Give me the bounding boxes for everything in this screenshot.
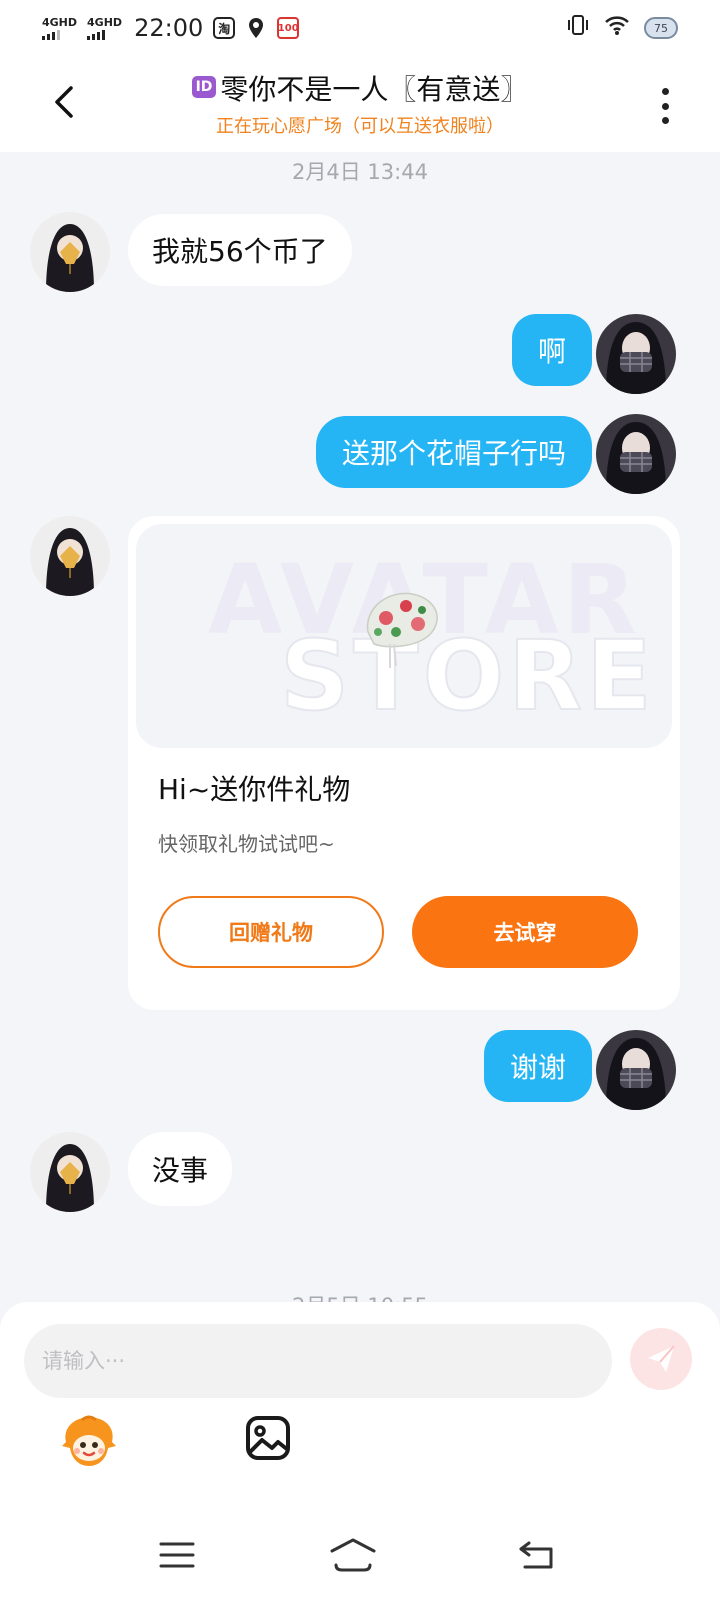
- chat-title: ID 零你不是一人〖有意送〗: [100, 68, 620, 108]
- back-icon: [519, 1541, 553, 1569]
- image-icon: [246, 1416, 290, 1460]
- message-bubble-outgoing[interactable]: 啊: [511, 314, 592, 386]
- vibrate-icon: [566, 14, 590, 42]
- nav-home-button[interactable]: [318, 1530, 388, 1580]
- timestamp: 2月4日 13:44: [292, 160, 428, 184]
- chevron-left-icon: [55, 86, 73, 118]
- back-button[interactable]: [44, 82, 84, 122]
- input-panel: [0, 1302, 720, 1600]
- message-bubble-incoming[interactable]: 我就56个币了: [128, 214, 352, 286]
- status-time: 22:00: [134, 14, 204, 42]
- signal-1-icon: 4GHD: [42, 17, 77, 40]
- nav-menu-button[interactable]: [142, 1530, 212, 1580]
- contact-avatar[interactable]: [30, 516, 110, 596]
- gift-card[interactable]: AVATAR STORE Hi~送你件礼物 快领取礼物试试吧~ 回赠礼物 去试穿: [128, 516, 680, 1010]
- calendar-icon: 100: [277, 17, 300, 39]
- location-icon: [245, 17, 267, 39]
- sticker-button[interactable]: [58, 1412, 120, 1474]
- chat-header: ID 零你不是一人〖有意送〗 正在玩心愿广场（可以互送衣服啦）: [0, 56, 720, 152]
- watermark-text: STORE: [279, 619, 656, 733]
- timestamp: 2月5日 10:55: [0, 1290, 720, 1302]
- network-1-label: 4GHD: [42, 15, 78, 29]
- my-avatar[interactable]: [596, 414, 676, 494]
- send-button[interactable]: [630, 1328, 692, 1390]
- home-icon: [330, 1538, 376, 1572]
- gift-item-image[interactable]: AVATAR STORE: [136, 524, 672, 748]
- taobao-icon: 淘: [213, 17, 236, 39]
- contact-avatar[interactable]: [30, 212, 110, 292]
- sticker-icon: [62, 1415, 116, 1466]
- chat-title-text: 零你不是一人〖有意送〗: [220, 73, 529, 106]
- nav-back-button[interactable]: [502, 1530, 572, 1580]
- chat-subtitle: 正在玩心愿广场（可以互送衣服啦）: [216, 116, 504, 137]
- contact-avatar[interactable]: [30, 1132, 110, 1212]
- gift-card-description: 快领取礼物试试吧~: [158, 832, 335, 856]
- more-options-button[interactable]: [650, 86, 680, 126]
- status-bar: 4GHD 4GHD 22:00 淘 100 75: [0, 0, 720, 56]
- send-icon: [648, 1345, 675, 1372]
- wifi-icon: [604, 14, 630, 42]
- menu-icon: [159, 1542, 195, 1568]
- message-bubble-outgoing[interactable]: 送那个花帽子行吗: [315, 416, 592, 488]
- message-bubble-incoming[interactable]: 没事: [128, 1132, 233, 1206]
- flower-hat-icon: [366, 592, 438, 668]
- image-button[interactable]: [244, 1414, 292, 1462]
- battery-icon: 75: [644, 17, 678, 39]
- system-navigation-bar: [0, 1520, 720, 1600]
- id-badge-icon: ID: [191, 76, 217, 98]
- my-avatar[interactable]: [596, 1030, 676, 1110]
- message-input[interactable]: [24, 1324, 612, 1398]
- signal-2-icon: 4GHD: [87, 17, 122, 40]
- header-title-block: ID 零你不是一人〖有意送〗 正在玩心愿广场（可以互送衣服啦）: [100, 68, 620, 138]
- return-gift-button[interactable]: 回赠礼物: [158, 896, 384, 968]
- chat-area[interactable]: 2月4日 13:44 我就56个币了 啊 送那个花帽子行吗 AVATAR STO…: [0, 152, 720, 1302]
- network-2-label: 4GHD: [87, 15, 123, 29]
- try-on-button[interactable]: 去试穿: [412, 896, 638, 968]
- gift-card-title: Hi~送你件礼物: [158, 773, 351, 806]
- my-avatar[interactable]: [596, 314, 676, 394]
- more-vertical-icon: [661, 88, 669, 95]
- message-bubble-outgoing[interactable]: 谢谢: [483, 1030, 592, 1102]
